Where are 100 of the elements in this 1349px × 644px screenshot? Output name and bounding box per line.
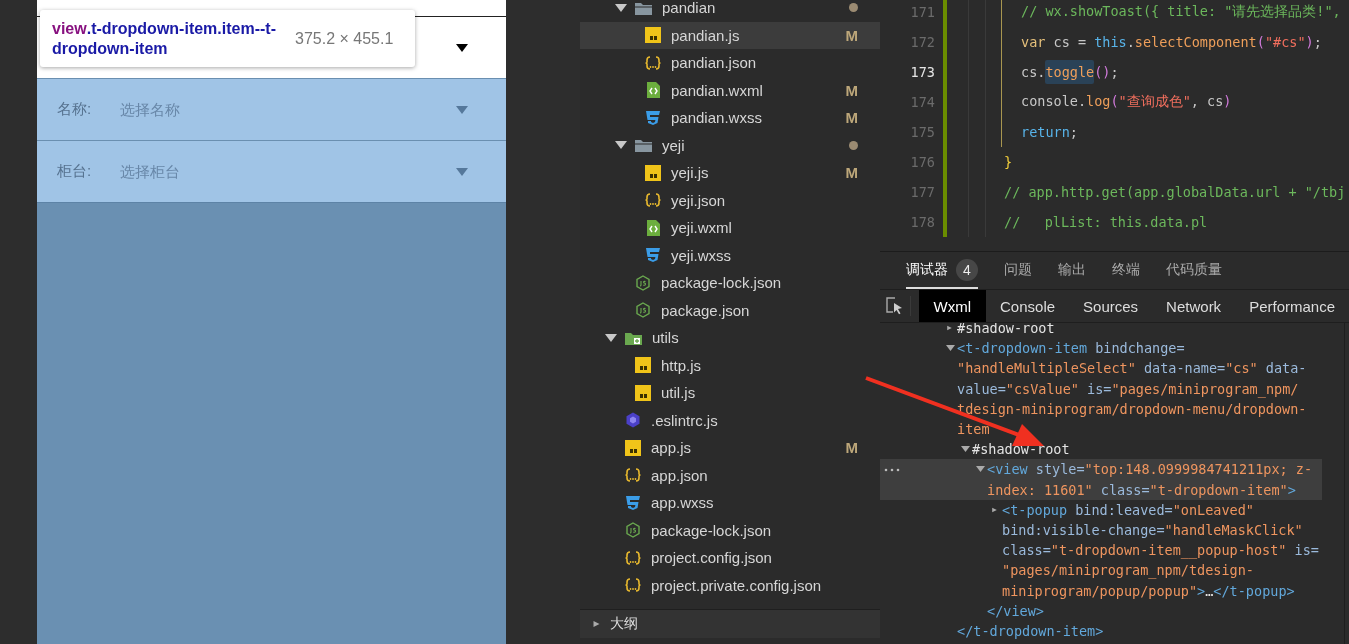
markup-file-icon bbox=[645, 82, 661, 99]
line-number: 175 bbox=[909, 124, 935, 140]
tool-tab[interactable]: Performance bbox=[1235, 290, 1349, 322]
file-name: pandian.wxss bbox=[671, 109, 762, 127]
js-file-icon bbox=[645, 27, 661, 44]
file-tree-item[interactable]: app.js M bbox=[580, 434, 880, 462]
folder-icon bbox=[635, 137, 652, 154]
element-selector: view.t-dropdown-item.item--t-dropdown-item bbox=[52, 18, 277, 59]
file-name: package.json bbox=[661, 301, 750, 319]
tool-tab[interactable]: Console bbox=[986, 290, 1070, 322]
caret-icon bbox=[456, 43, 468, 52]
file-tree-item[interactable]: package.json bbox=[580, 296, 880, 324]
git-status: M bbox=[845, 81, 858, 99]
caret-icon bbox=[456, 105, 468, 114]
file-name: utils bbox=[652, 329, 679, 347]
file-name: yeji.json bbox=[671, 191, 726, 209]
line-number: 172 bbox=[909, 34, 935, 50]
git-status: M bbox=[845, 164, 858, 182]
file-tree-item[interactable]: yeji.wxml bbox=[580, 214, 880, 242]
js-file-icon bbox=[625, 439, 641, 456]
braces-file-icon bbox=[625, 577, 641, 594]
braces-file-icon bbox=[625, 467, 641, 484]
file-tree-item[interactable]: yeji bbox=[580, 131, 880, 159]
dom-node-text: <view style="top:148.0999984741211px; z-index: 11601" class="t-dropdown-item"> bbox=[987, 460, 1314, 500]
file-name: app.json bbox=[651, 466, 708, 484]
file-name: pandian bbox=[662, 0, 716, 17]
file-name: project.private.config.json bbox=[651, 576, 822, 594]
dom-node-text: </view> bbox=[987, 601, 1045, 621]
count-badge: 4 bbox=[956, 258, 978, 281]
file-tree-item[interactable]: http.js bbox=[580, 351, 880, 379]
file-name: app.wxss bbox=[651, 494, 714, 512]
code-line: // plList: this.data.pl bbox=[1004, 214, 1208, 230]
git-status: M bbox=[845, 26, 858, 44]
js-file-icon bbox=[635, 384, 651, 401]
file-tree-item[interactable]: pandian.wxml M bbox=[580, 76, 880, 104]
panel-tab[interactable]: 终端 bbox=[1112, 252, 1140, 289]
line-number: 174 bbox=[909, 94, 935, 110]
code-line: // app.http.get(app.globalData.url + "/tbj bbox=[1004, 184, 1346, 200]
outline-title: 大纲 bbox=[610, 615, 638, 633]
dom-node-text: #shadow-root bbox=[957, 323, 1056, 338]
braces-file-icon bbox=[625, 549, 641, 566]
file-name: yeji bbox=[662, 136, 685, 154]
file-tree-item[interactable]: yeji.json bbox=[580, 186, 880, 214]
hexagon-file-icon bbox=[625, 522, 641, 539]
code-line: // wx.showToast({ title: "请先选择品类!", bbox=[1021, 3, 1341, 21]
inspect-icon[interactable] bbox=[885, 297, 904, 315]
stylesheet-file-icon bbox=[625, 494, 641, 511]
tool-tab[interactable]: Network bbox=[1152, 290, 1236, 322]
file-name: .eslintrc.js bbox=[651, 411, 718, 429]
file-name: pandian.wxml bbox=[671, 81, 763, 99]
dom-node-text: <t-popup bind:leaved="onLeaved" bind:visible-change="handleMaskClick" class="t-dropdown-item__popup-host" is= "pages/miniprogram_npm/tdesign-miniprogram/popup/popup">…</t-popup> bbox=[1002, 500, 1320, 601]
outline-bar[interactable]: 大纲 bbox=[580, 609, 880, 638]
file-tree-item[interactable]: package-lock.json bbox=[580, 516, 880, 544]
stylesheet-file-icon bbox=[645, 247, 661, 264]
more-icon bbox=[884, 467, 900, 474]
file-tree-item[interactable]: yeji.js M bbox=[580, 159, 880, 187]
file-tree-item[interactable]: yeji.wxss bbox=[580, 241, 880, 269]
file-name: package-lock.json bbox=[661, 274, 782, 292]
file-tree-item[interactable]: pandian bbox=[580, 0, 880, 22]
select-field[interactable]: 选择柜台 bbox=[120, 163, 456, 180]
select-field[interactable]: 选择名称 bbox=[120, 101, 456, 118]
file-tree-item[interactable]: utils bbox=[580, 324, 880, 352]
file-tree-item[interactable]: app.json bbox=[580, 461, 880, 489]
panel-tab[interactable]: 代码质量 bbox=[1166, 252, 1222, 289]
dom-node-text: #shadow-root bbox=[972, 440, 1071, 460]
file-name: project.config.json bbox=[651, 549, 772, 567]
field-label: 名称: bbox=[57, 100, 93, 119]
tool-tab[interactable]: Wxml bbox=[918, 290, 987, 322]
file-name: yeji.js bbox=[671, 164, 709, 182]
code-line: console.log("查询成色", cs) bbox=[1021, 93, 1232, 111]
element-size: 375.2 × 455.1 bbox=[295, 29, 394, 48]
panel-tab[interactable]: 输出 bbox=[1058, 252, 1086, 289]
panel-tab[interactable]: 问题 bbox=[1004, 252, 1032, 289]
line-number: 176 bbox=[909, 154, 935, 170]
git-status: M bbox=[845, 439, 858, 457]
code-line: return; bbox=[1021, 124, 1078, 140]
file-tree-item[interactable]: pandian.wxss M bbox=[580, 104, 880, 132]
braces-file-icon bbox=[645, 192, 661, 209]
file-tree-item[interactable]: .eslintrc.js bbox=[580, 406, 880, 434]
caret-icon bbox=[456, 167, 468, 176]
code-line: var cs = this.selectComponent("#cs"); bbox=[1021, 34, 1322, 50]
stylesheet-file-icon bbox=[645, 109, 661, 126]
markup-file-icon bbox=[645, 219, 661, 236]
line-number: 177 bbox=[909, 184, 935, 200]
file-tree-item[interactable]: package-lock.json bbox=[580, 269, 880, 297]
file-tree-item[interactable]: pandian.js M bbox=[580, 21, 880, 49]
file-tree-item[interactable]: app.wxss bbox=[580, 489, 880, 517]
file-name: yeji.wxss bbox=[671, 246, 731, 264]
file-tree-item[interactable]: project.config.json bbox=[580, 544, 880, 572]
line-number: 178 bbox=[909, 214, 935, 230]
file-name: pandian.js bbox=[671, 26, 740, 44]
file-name: yeji.wxml bbox=[671, 219, 732, 237]
js-file-icon bbox=[635, 357, 651, 374]
dom-node-text: </t-dropdown-item> bbox=[957, 622, 1105, 642]
file-tree-item[interactable]: util.js bbox=[580, 379, 880, 407]
hexagon-file-icon bbox=[635, 302, 651, 319]
file-tree-item[interactable]: project.private.config.json bbox=[580, 571, 880, 599]
file-tree-item[interactable]: pandian.json bbox=[580, 49, 880, 77]
tool-tab[interactable]: Sources bbox=[1069, 290, 1153, 322]
selected-dom-row[interactable]: <view style="top:148.0999984741211px; z-index: 11601" class="t-dropdown-item"> bbox=[880, 459, 1322, 500]
